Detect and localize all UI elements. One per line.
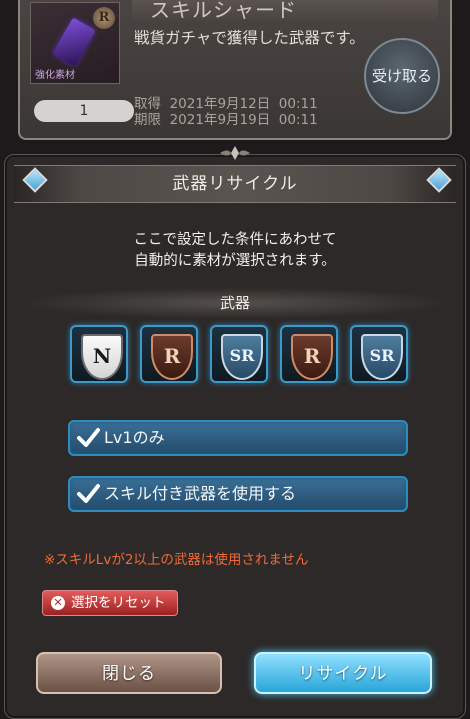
gem-icon — [52, 17, 96, 67]
receive-button[interactable]: 受け取る — [364, 38, 440, 114]
notice-text: ※スキルLvが2以上の武器は使用されません — [44, 552, 309, 568]
instruction-line-1: ここで設定した条件にあわせて — [133, 232, 337, 248]
filter-sr[interactable]: SR — [210, 325, 268, 383]
filter-n[interactable]: N — [70, 325, 128, 383]
close-icon: ✕ — [51, 596, 65, 610]
filter-r-winged[interactable]: R — [280, 325, 338, 383]
item-name: スキルシャード — [150, 0, 297, 22]
rarity-badge: R — [93, 7, 115, 29]
section-label: 武器 — [219, 294, 250, 312]
checkmark-icon — [77, 428, 100, 447]
ornament-icon — [220, 146, 250, 160]
instruction-line-2: 自動的に素材が選択されます。 — [134, 253, 336, 269]
checkbox-label: スキル付き武器を使用する — [104, 484, 297, 503]
sr-winged-rarity-icon: SR — [361, 334, 403, 380]
checkmark-icon — [77, 484, 100, 503]
filter-r[interactable]: R — [140, 325, 198, 383]
checkbox-use-skill-weapons[interactable]: スキル付き武器を使用する — [68, 476, 408, 512]
item-dates: 取得 2021年9月12日 00:11 期限 2021年9月19日 00:11 — [134, 96, 318, 128]
reset-label: 選択をリセット — [71, 595, 166, 611]
dialog-title: 武器リサイクル — [172, 174, 298, 194]
close-button[interactable]: 閉じる — [36, 652, 222, 694]
instruction-text: ここで設定した条件にあわせて 自動的に素材が選択されます。 — [0, 230, 470, 272]
r-rarity-icon: R — [151, 334, 193, 380]
filter-sr-winged[interactable]: SR — [350, 325, 408, 383]
item-header: スキルシャード — [132, 0, 438, 22]
weapon-section-header: 武器 — [30, 288, 440, 318]
item-tag: 強化素材 — [35, 70, 75, 81]
weapon-rarity-filters: N R SR R SR — [70, 325, 410, 385]
reset-selection-button[interactable]: ✕ 選択をリセット — [42, 590, 178, 616]
checkbox-lv1-only[interactable]: Lv1のみ — [68, 420, 408, 456]
sr-rarity-icon: SR — [221, 334, 263, 380]
item-thumbnail: R 強化素材 — [30, 2, 120, 84]
dialog-title-bar: 武器リサイクル — [14, 165, 456, 203]
recycle-button[interactable]: リサイクル — [254, 652, 432, 694]
item-description: 戦貨ガチャで獲得した武器です。 — [134, 29, 365, 47]
n-rarity-icon: N — [81, 334, 123, 380]
item-quantity: 1 — [34, 100, 134, 122]
checkbox-label: Lv1のみ — [104, 428, 165, 447]
r-winged-rarity-icon: R — [291, 334, 333, 380]
